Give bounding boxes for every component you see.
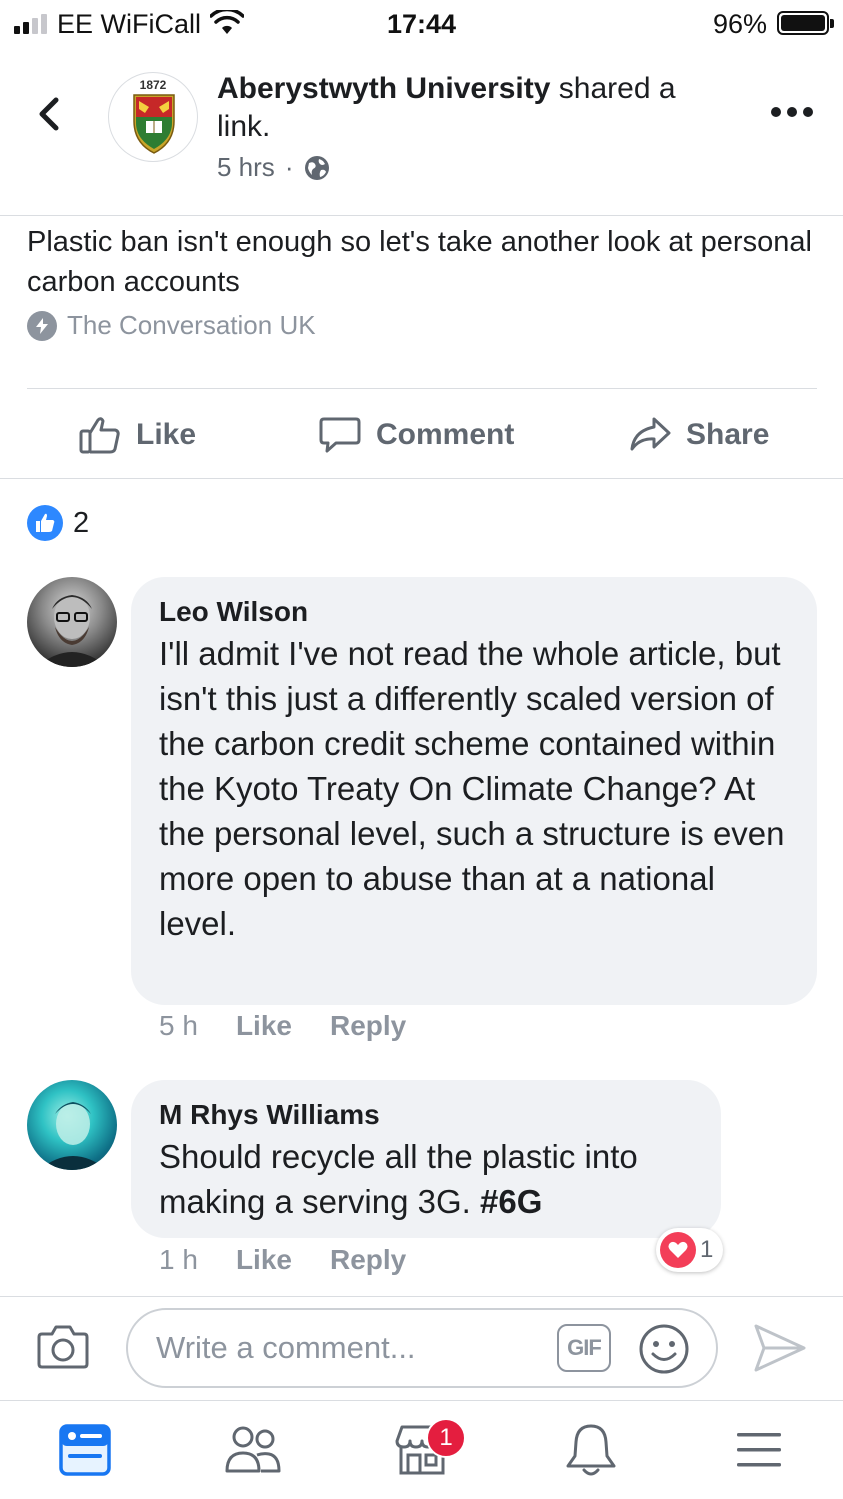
like-label: Like [136, 418, 197, 451]
battery-icon [777, 11, 829, 35]
comment-input[interactable]: Write a comment... GIF [126, 1308, 718, 1388]
tab-friends[interactable] [223, 1420, 283, 1480]
comment-text-container: Should recycle all the plastic into maki… [159, 1134, 693, 1224]
friends-icon [225, 1426, 281, 1473]
comment-bubble[interactable]: M Rhys Williams Should recycle all the p… [131, 1080, 721, 1238]
header-divider [0, 215, 843, 216]
like-button[interactable]: Like [78, 400, 196, 470]
link-divider [27, 388, 817, 389]
comment-meta: 1 h Like Reply [159, 1244, 406, 1276]
composer-divider [0, 1296, 843, 1297]
gif-button[interactable]: GIF [557, 1324, 611, 1372]
post-action-bar: Like Comment Share [0, 400, 843, 470]
menu-icon [737, 1433, 781, 1467]
comment-reply-button[interactable]: Reply [330, 1010, 406, 1042]
commenter-avatar[interactable] [27, 1080, 117, 1170]
reactions-summary[interactable]: 2 [27, 505, 89, 541]
back-arrow-icon[interactable] [30, 94, 70, 134]
tab-notifications[interactable] [561, 1420, 621, 1480]
notifications-icon [566, 1424, 616, 1476]
emoji-icon[interactable] [638, 1323, 690, 1375]
comment-author[interactable]: Leo Wilson [159, 595, 789, 629]
commenter-avatar[interactable] [27, 577, 117, 667]
battery-percent: 96% [712, 9, 767, 39]
comment-text: Should recycle all the plastic into maki… [159, 1138, 638, 1220]
comment-like-button[interactable]: Like [236, 1010, 292, 1042]
status-bar: EE WiFiCall 17:44 96% [0, 0, 843, 48]
profile-photo [37, 595, 107, 667]
link-source[interactable]: The Conversation UK [27, 310, 316, 341]
reaction-count: 2 [73, 506, 90, 539]
globe-icon [305, 155, 330, 180]
link-source-name: The Conversation UK [67, 310, 316, 340]
post-time[interactable]: 5 hrs [217, 152, 275, 183]
camera-icon[interactable] [36, 1324, 90, 1370]
profile-photo [39, 1102, 107, 1170]
battery-tip [830, 19, 834, 28]
news-feed-icon [59, 1424, 111, 1476]
share-button[interactable]: Share [628, 400, 769, 470]
send-icon[interactable] [752, 1322, 808, 1374]
instant-article-bolt-icon [27, 310, 57, 341]
comment-reply-button[interactable]: Reply [330, 1244, 406, 1276]
page-avatar[interactable]: 1872 [108, 72, 198, 162]
share-arrow-icon [630, 417, 671, 451]
thumbs-up-icon [79, 417, 120, 454]
comment-like-button[interactable]: Like [236, 1244, 292, 1276]
comment-input-placeholder: Write a comment... [156, 1330, 416, 1365]
comment-meta: 5 h Like Reply [159, 1010, 406, 1042]
post-header-text: Aberystwyth University shared a link. [217, 70, 737, 146]
page-name[interactable]: Aberystwyth University [217, 72, 550, 105]
marketplace-notification-badge: 1 [426, 1418, 466, 1458]
post-meta: 5 hrs · [217, 152, 331, 183]
actions-divider [0, 478, 843, 479]
love-reaction-icon [660, 1232, 696, 1268]
hashtag-link[interactable]: #6G [480, 1183, 542, 1220]
meta-separator: · [284, 152, 294, 182]
comment-label: Comment [376, 418, 515, 451]
more-options-icon[interactable] [771, 107, 813, 117]
like-reaction-icon [27, 505, 63, 541]
comment-time: 1 h [159, 1244, 198, 1275]
share-label: Share [686, 418, 770, 451]
comment-author[interactable]: M Rhys Williams [159, 1098, 693, 1132]
link-title[interactable]: Plastic ban isn't enough so let's take a… [27, 222, 817, 302]
comment-reaction-summary[interactable]: 1 [656, 1228, 724, 1272]
tab-news-feed[interactable] [55, 1420, 115, 1480]
comment-button[interactable]: Comment [318, 400, 514, 470]
comment-text: I'll admit I've not read the whole artic… [159, 635, 785, 942]
crest-icon [133, 94, 175, 154]
comment-bubble[interactable]: Leo Wilson I'll admit I've not read the … [131, 577, 817, 1005]
comment-reaction-count: 1 [700, 1236, 714, 1263]
comment-time: 5 h [159, 1010, 198, 1041]
tab-bar-divider [0, 1400, 843, 1401]
speech-bubble-icon [319, 417, 361, 453]
tab-menu[interactable] [729, 1420, 789, 1480]
